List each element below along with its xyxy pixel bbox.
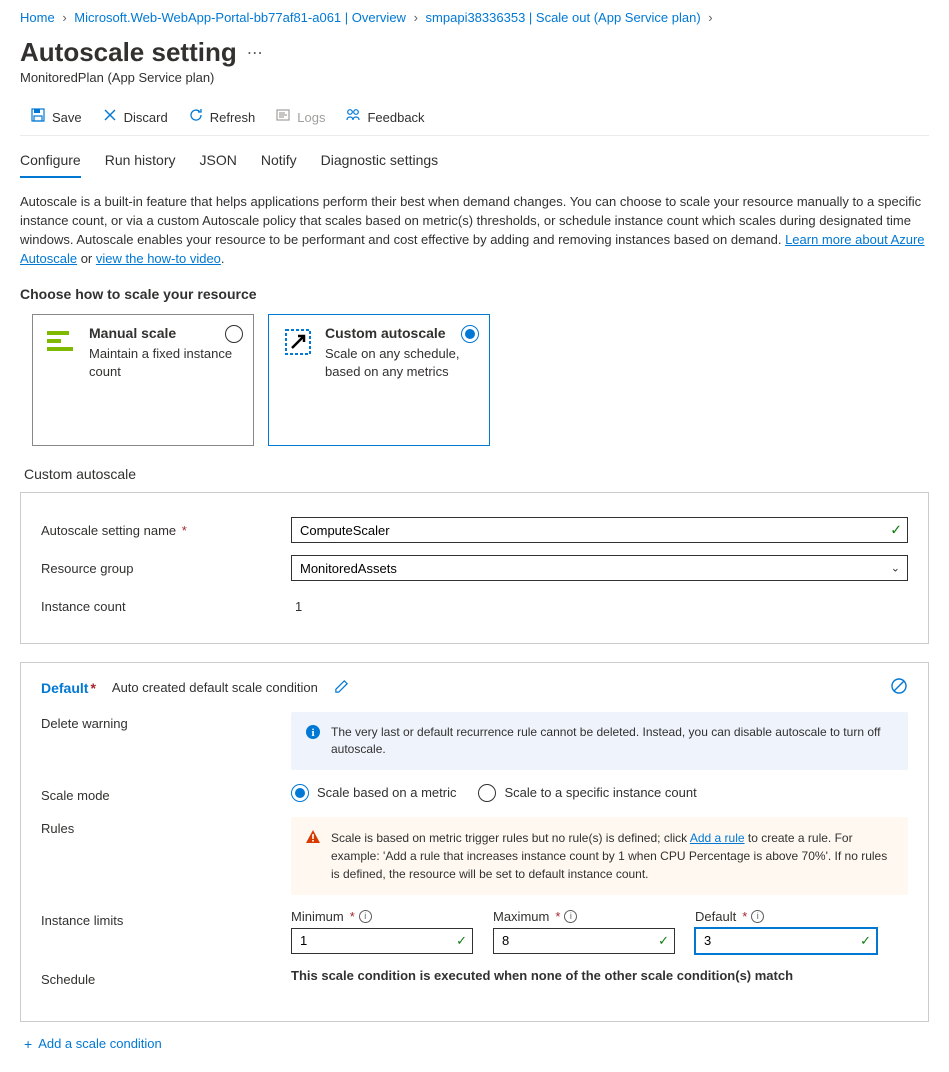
instance-limits-label: Instance limits <box>41 909 291 928</box>
info-icon[interactable]: i <box>751 910 764 923</box>
autoscale-settings-box: Autoscale setting name * ✓ Resource grou… <box>20 492 929 644</box>
info-icon[interactable]: i <box>359 910 372 923</box>
minimum-input[interactable] <box>291 928 473 954</box>
intro-text: Autoscale is a built-in feature that hel… <box>20 193 929 268</box>
radio-icon <box>291 784 309 802</box>
scale-mode-metric-radio[interactable]: Scale based on a metric <box>291 784 456 802</box>
maximum-label: Maximum * i <box>493 909 675 924</box>
schedule-label: Schedule <box>41 968 291 987</box>
info-icon: i <box>305 724 321 740</box>
page-title: Autoscale setting <box>20 37 237 68</box>
schedule-text: This scale condition is executed when no… <box>291 968 908 983</box>
logs-button: Logs <box>265 99 335 135</box>
setting-name-label: Autoscale setting name * <box>41 523 291 538</box>
refresh-button[interactable]: Refresh <box>178 99 266 135</box>
add-rule-link[interactable]: Add a rule <box>690 831 745 845</box>
delete-warning-banner: i The very last or default recurrence ru… <box>291 712 908 770</box>
logs-icon <box>275 107 291 127</box>
manual-scale-icon <box>45 325 79 359</box>
feedback-icon <box>345 107 361 127</box>
save-button[interactable]: Save <box>20 99 92 135</box>
plus-icon: + <box>24 1036 32 1052</box>
refresh-icon <box>188 107 204 127</box>
save-icon <box>30 107 46 127</box>
custom-autoscale-section-title: Custom autoscale <box>24 466 929 482</box>
breadcrumb-item-overview[interactable]: Microsoft.Web-WebApp-Portal-bb77af81-a06… <box>74 10 406 25</box>
tab-bar: Configure Run history JSON Notify Diagno… <box>20 146 929 179</box>
tab-notify[interactable]: Notify <box>261 146 297 178</box>
radio-icon <box>478 784 496 802</box>
custom-autoscale-desc: Scale on any schedule, based on any metr… <box>325 345 477 380</box>
edit-icon[interactable] <box>334 679 349 697</box>
condition-name: Default* <box>41 680 96 696</box>
chevron-right-icon: › <box>62 10 66 25</box>
breadcrumb: Home › Microsoft.Web-WebApp-Portal-bb77a… <box>20 0 929 33</box>
resource-group-label: Resource group <box>41 561 291 576</box>
rules-label: Rules <box>41 817 291 836</box>
manual-scale-title: Manual scale <box>89 325 241 341</box>
logs-label: Logs <box>297 110 325 125</box>
scale-mode-metric-label: Scale based on a metric <box>317 785 456 800</box>
add-scale-condition-button[interactable]: + Add a scale condition <box>24 1036 929 1052</box>
command-bar: Save Discard Refresh Logs Feedback <box>20 99 929 136</box>
scale-mode-specific-radio[interactable]: Scale to a specific instance count <box>478 784 696 802</box>
breadcrumb-item-scaleout[interactable]: smpapi38336353 | Scale out (App Service … <box>426 10 701 25</box>
custom-autoscale-card[interactable]: Custom autoscale Scale on any schedule, … <box>268 314 490 446</box>
howto-video-link[interactable]: view the how-to video <box>96 251 221 266</box>
refresh-label: Refresh <box>210 110 256 125</box>
minimum-label: Minimum * i <box>291 909 473 924</box>
chevron-right-icon: › <box>414 10 418 25</box>
tab-configure[interactable]: Configure <box>20 146 81 178</box>
tab-diagnostic-settings[interactable]: Diagnostic settings <box>321 146 439 178</box>
page-subtitle: MonitoredPlan (App Service plan) <box>20 70 929 85</box>
discard-label: Discard <box>124 110 168 125</box>
maximum-input[interactable] <box>493 928 675 954</box>
custom-autoscale-icon <box>281 325 315 359</box>
breadcrumb-home[interactable]: Home <box>20 10 55 25</box>
discard-button[interactable]: Discard <box>92 99 178 135</box>
tab-run-history[interactable]: Run history <box>105 146 176 178</box>
add-scale-condition-label: Add a scale condition <box>38 1036 162 1051</box>
choose-scale-label: Choose how to scale your resource <box>20 286 929 302</box>
scale-mode-specific-label: Scale to a specific instance count <box>504 785 696 800</box>
manual-scale-desc: Maintain a fixed instance count <box>89 345 241 380</box>
delete-warning-label: Delete warning <box>41 712 291 731</box>
warning-icon <box>305 829 321 883</box>
more-actions-button[interactable]: ⋯ <box>247 43 263 63</box>
close-icon <box>102 107 118 127</box>
svg-text:i: i <box>311 727 314 739</box>
setting-name-input[interactable] <box>291 517 908 543</box>
rules-warning-banner: Scale is based on metric trigger rules b… <box>291 817 908 895</box>
scale-mode-label: Scale mode <box>41 784 291 803</box>
disable-icon[interactable] <box>890 677 908 698</box>
feedback-label: Feedback <box>367 110 424 125</box>
condition-subtitle: Auto created default scale condition <box>112 680 318 695</box>
tab-json[interactable]: JSON <box>200 146 237 178</box>
delete-warning-text: The very last or default recurrence rule… <box>331 724 894 758</box>
scale-option-cards: Manual scale Maintain a fixed instance c… <box>32 314 929 446</box>
resource-group-select[interactable] <box>291 555 908 581</box>
chevron-right-icon: › <box>708 10 712 25</box>
info-icon[interactable]: i <box>564 910 577 923</box>
default-condition-box: Default* Auto created default scale cond… <box>20 662 929 1022</box>
save-label: Save <box>52 110 82 125</box>
default-input[interactable] <box>695 928 877 954</box>
manual-scale-card[interactable]: Manual scale Maintain a fixed instance c… <box>32 314 254 446</box>
feedback-button[interactable]: Feedback <box>335 99 434 135</box>
instance-count-value: 1 <box>291 599 302 614</box>
instance-count-label: Instance count <box>41 599 291 614</box>
default-label: Default * i <box>695 909 877 924</box>
custom-autoscale-title: Custom autoscale <box>325 325 477 341</box>
